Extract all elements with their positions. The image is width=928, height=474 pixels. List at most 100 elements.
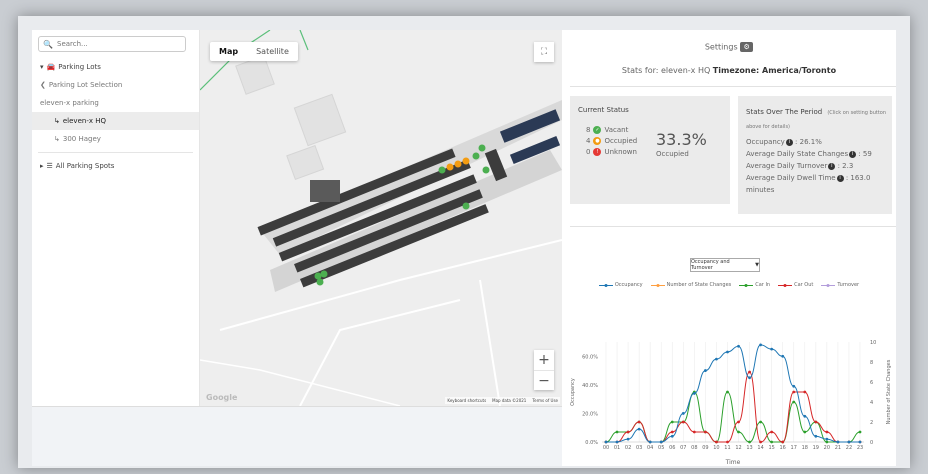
- divider: [38, 152, 193, 153]
- data-point: [781, 440, 785, 444]
- tab-satellite[interactable]: Satellite: [247, 42, 298, 61]
- sidebar-item-parking-lots[interactable]: ▾ 🚘 Parking Lots: [32, 58, 199, 76]
- data-point: [825, 440, 829, 444]
- map-type-tabs: Map Satellite: [210, 42, 298, 61]
- data-point: [692, 430, 696, 434]
- data-point: [748, 370, 751, 374]
- x-tick-label: 02: [625, 445, 631, 451]
- sidebar-item-eleven-x-parking[interactable]: eleven-x parking: [32, 94, 199, 112]
- x-tick-label: 08: [691, 445, 697, 451]
- x-tick-label: 09: [702, 445, 708, 451]
- x-tick-label: 05: [658, 445, 664, 451]
- data-point: [737, 344, 740, 348]
- y-tick-label: 20.0%: [582, 411, 598, 417]
- x-tick-label: 11: [724, 445, 730, 451]
- y2-tick-label: 0: [870, 440, 873, 446]
- x-tick-label: 17: [791, 445, 797, 451]
- sidebar-item-label: All Parking Spots: [55, 162, 115, 170]
- search-icon: 🔍: [43, 39, 53, 49]
- y2-tick-label: 2: [870, 420, 873, 426]
- data-point: [648, 440, 652, 444]
- bottom-area: [32, 406, 562, 466]
- y-tick-label: 40.0%: [582, 383, 598, 389]
- data-point: [670, 420, 674, 424]
- data-point: [759, 343, 763, 347]
- occupancy-turnover-chart: 0.0%20.0%40.0%60.0%024681000 01 02 03 04 05 06…: [570, 340, 892, 466]
- data-point: [825, 430, 829, 434]
- x-tick-label: 07: [680, 445, 686, 451]
- x-tick-label: 00: [603, 445, 609, 451]
- map-attribution: Google: [206, 393, 238, 402]
- fullscreen-icon[interactable]: ⛶: [534, 42, 554, 62]
- y2-tick-label: 8: [870, 360, 873, 366]
- series-line-car-out: [606, 371, 860, 443]
- map-footer: Keyboard shortcuts Map data ©2021 Terms …: [445, 397, 560, 404]
- data-point: [615, 430, 619, 434]
- data-point: [681, 420, 685, 424]
- tab-map[interactable]: Map: [210, 42, 247, 61]
- y-tick-label: 60.0%: [582, 354, 598, 360]
- map-canvas: [200, 30, 562, 406]
- x-tick-label: 23: [857, 445, 863, 451]
- terms-link[interactable]: Terms of Use: [532, 398, 558, 403]
- data-point: [715, 357, 718, 361]
- x-tick-label: 16: [780, 445, 786, 451]
- sub-item-icon: ↳: [54, 117, 60, 125]
- x-tick-label: 21: [835, 445, 841, 451]
- y2-tick-label: 10: [870, 340, 876, 346]
- data-point: [792, 384, 796, 388]
- data-point: [703, 430, 707, 434]
- x-tick-label: 10: [713, 445, 719, 451]
- x-tick-label: 15: [768, 445, 774, 451]
- data-point: [781, 354, 785, 358]
- x-tick-label: 22: [846, 445, 852, 451]
- data-point: [759, 420, 763, 424]
- search-box[interactable]: 🔍: [38, 36, 186, 52]
- sidebar-item-label: eleven-x parking: [40, 99, 99, 107]
- data-point: [737, 420, 740, 424]
- data-point: [637, 420, 641, 424]
- search-input[interactable]: [57, 40, 177, 48]
- data-point: [858, 430, 862, 434]
- data-point: [604, 440, 608, 444]
- sidebar-item-lot-selection[interactable]: ❮ Parking Lot Selection: [32, 76, 199, 94]
- data-point: [748, 440, 751, 444]
- keyboard-shortcuts-link[interactable]: Keyboard shortcuts: [447, 398, 486, 403]
- data-point: [659, 440, 663, 444]
- map-data-text: Map data ©2021: [492, 398, 527, 403]
- data-point: [748, 376, 751, 380]
- data-point: [703, 369, 707, 372]
- sidebar-item-300-hagey[interactable]: ↳ 300 Hagey: [32, 130, 199, 148]
- data-point: [615, 440, 619, 444]
- zoom-out-button[interactable]: −: [534, 370, 554, 390]
- chevron-left-icon: ❮: [40, 81, 46, 89]
- stats-panel: Settings ⚙ Stats for: eleven-x HQ Timezo…: [562, 30, 896, 466]
- x-tick-label: 01: [614, 445, 620, 451]
- data-point: [670, 430, 674, 434]
- zoom-in-button[interactable]: +: [534, 350, 554, 370]
- data-point: [847, 440, 851, 444]
- data-point: [814, 434, 818, 438]
- data-point: [803, 430, 807, 434]
- data-point: [858, 440, 862, 444]
- data-point: [637, 427, 641, 431]
- data-point: [770, 347, 774, 351]
- x-tick-label: 03: [636, 445, 642, 451]
- car-icon: 🚘: [46, 63, 56, 71]
- data-point: [792, 400, 796, 404]
- sidebar-item-all-parking-spots[interactable]: ▸ ☰ All Parking Spots: [32, 157, 199, 175]
- data-point: [737, 430, 740, 434]
- map-view[interactable]: Map Satellite ⛶ + − Google Keyboard shor…: [200, 30, 562, 406]
- sidebar-item-eleven-x-hq[interactable]: ↳ eleven-x HQ: [32, 112, 199, 130]
- y-axis-label: Occupancy: [570, 378, 576, 406]
- data-point: [626, 430, 630, 434]
- x-tick-label: 14: [757, 445, 763, 451]
- caret-down-icon: ▾: [40, 63, 44, 71]
- sidebar: 🔍 ▾ 🚘 Parking Lots ❮ Parking Lot Selecti…: [32, 30, 200, 406]
- x-tick-label: 06: [669, 445, 675, 451]
- data-point: [803, 414, 807, 418]
- sidebar-item-label: Parking Lot Selection: [48, 81, 123, 89]
- data-point: [692, 392, 696, 395]
- browser-frame: 🔍 ▾ 🚘 Parking Lots ❮ Parking Lot Selecti…: [18, 16, 910, 468]
- x-tick-label: 19: [813, 445, 819, 451]
